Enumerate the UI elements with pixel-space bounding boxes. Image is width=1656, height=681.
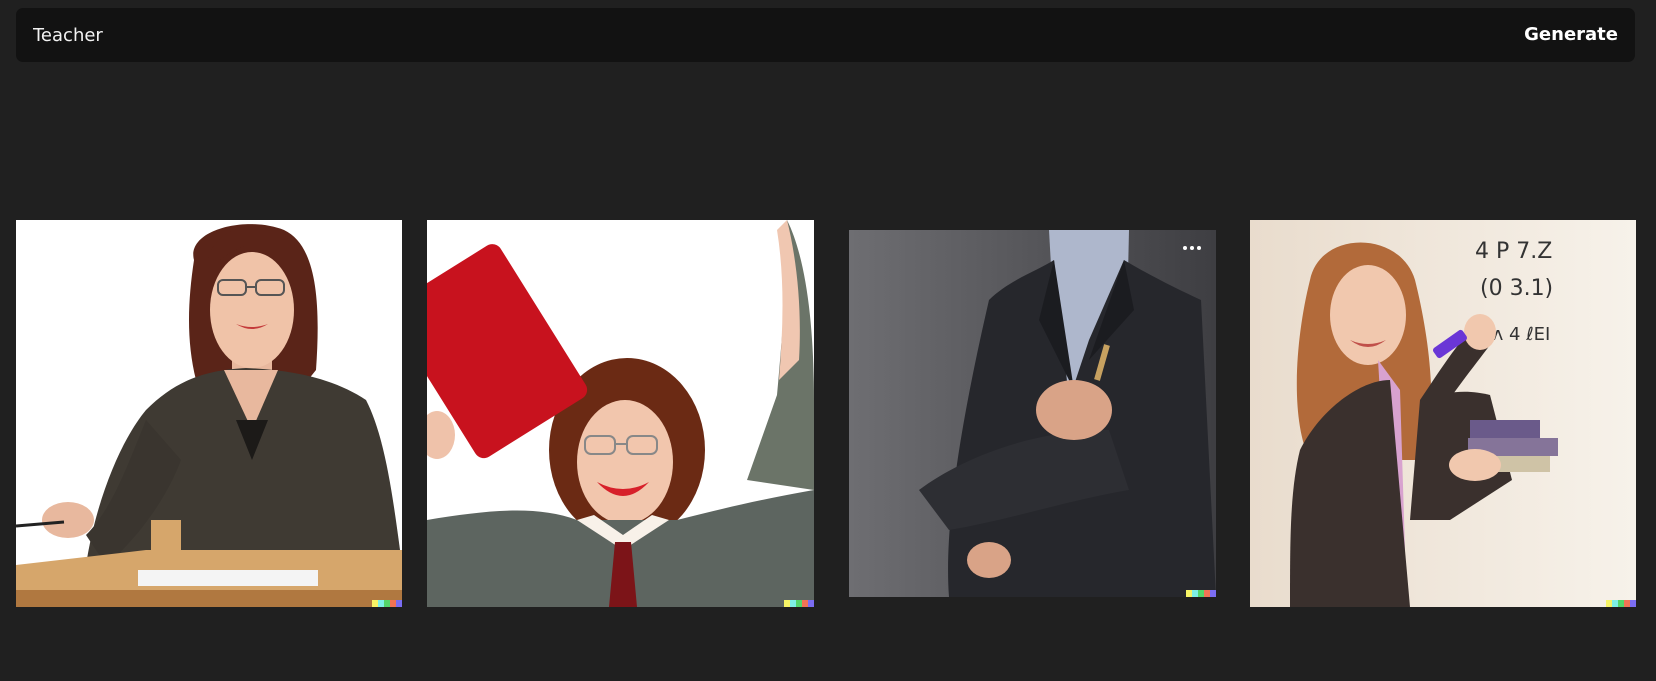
signature-swatch — [1606, 600, 1636, 607]
dot-icon — [1183, 246, 1187, 250]
generate-button[interactable]: Generate — [1524, 8, 1618, 62]
result-image-4[interactable]: 4 P 7.Z (0 3.1) ʌʌ 4 ℓEI — [1250, 220, 1636, 607]
teacher-at-desk-image — [16, 220, 402, 607]
teacher-in-suit-image — [849, 230, 1216, 597]
dot-icon — [1190, 246, 1194, 250]
result-image-2[interactable] — [427, 220, 814, 607]
prompt-bar: Generate — [16, 8, 1635, 62]
teacher-at-whiteboard-image: 4 P 7.Z (0 3.1) ʌʌ 4 ℓEI — [1250, 220, 1636, 607]
result-image-1[interactable] — [16, 220, 402, 607]
prompt-input[interactable] — [16, 8, 1496, 62]
teacher-with-folder-image — [427, 220, 814, 607]
result-image-3[interactable] — [849, 230, 1216, 597]
whiteboard-line-2: (0 3.1) — [1480, 276, 1553, 301]
signature-swatch — [372, 600, 402, 607]
dot-icon — [1197, 246, 1201, 250]
more-options-button[interactable] — [1178, 238, 1206, 258]
whiteboard-line-1: 4 P 7.Z — [1475, 239, 1552, 264]
signature-swatch — [1186, 590, 1216, 597]
signature-swatch — [784, 600, 814, 607]
